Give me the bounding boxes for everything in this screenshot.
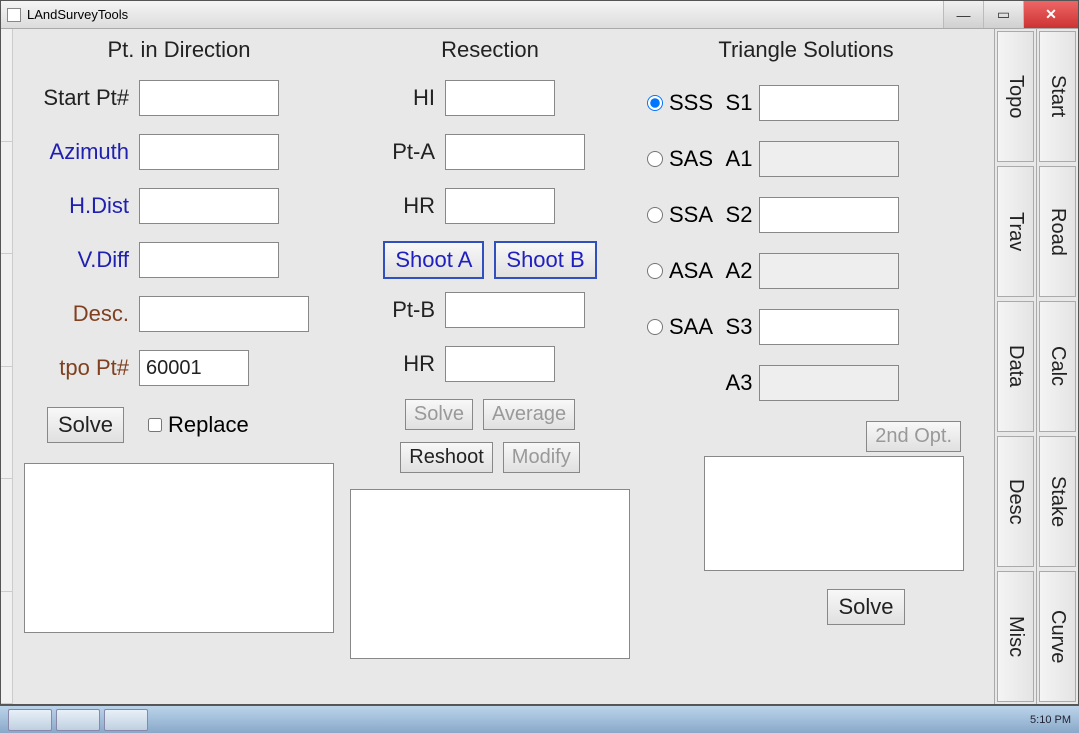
s2-label: S2 xyxy=(719,202,759,228)
hr-b-label: HR xyxy=(345,351,445,377)
hi-label: HI xyxy=(345,85,445,111)
taskbar-button[interactable] xyxy=(104,709,148,731)
main-panel: Pt. in Direction Start Pt# Azimuth H.Dis… xyxy=(13,29,994,704)
tpo-input[interactable] xyxy=(139,350,249,386)
tab-calc[interactable]: Calc xyxy=(1039,301,1076,432)
hr-b-input[interactable] xyxy=(445,346,555,382)
taskbar-button[interactable] xyxy=(56,709,100,731)
hr-a-label: HR xyxy=(345,193,445,219)
tab-curve[interactable]: Curve xyxy=(1039,571,1076,702)
app-window: LAndSurveyTools — ▭ ✕ Pt. in Direction S… xyxy=(0,0,1079,705)
resection-title: Resection xyxy=(441,37,539,69)
tab-data[interactable]: Data xyxy=(997,301,1034,432)
radio-sas[interactable] xyxy=(647,151,663,167)
replace-checkbox[interactable] xyxy=(148,418,162,432)
desc-label: Desc. xyxy=(19,301,139,327)
ptb-input[interactable] xyxy=(445,292,585,328)
a2-input[interactable] xyxy=(759,253,899,289)
tab-stake[interactable]: Stake xyxy=(1039,436,1076,567)
a1-input[interactable] xyxy=(759,141,899,177)
taskbar-clock: 5:10 PM xyxy=(1030,714,1071,726)
taskbar[interactable]: 5:10 PM xyxy=(0,705,1079,733)
vdiff-label: V.Diff xyxy=(19,247,139,273)
triangle-output[interactable] xyxy=(704,456,964,571)
tpo-label: tpo Pt# xyxy=(19,355,139,381)
s1-label: S1 xyxy=(719,90,759,116)
s1-input[interactable] xyxy=(759,85,899,121)
tab-desc[interactable]: Desc xyxy=(997,436,1034,567)
direction-output[interactable] xyxy=(24,463,334,633)
a2-label: A2 xyxy=(719,258,759,284)
maximize-button[interactable]: ▭ xyxy=(983,1,1023,28)
hi-input[interactable] xyxy=(445,80,555,116)
desc-input[interactable] xyxy=(139,296,309,332)
window-title: LAndSurveyTools xyxy=(27,7,943,22)
triangle-title: Triangle Solutions xyxy=(718,37,893,69)
direction-panel: Pt. in Direction Start Pt# Azimuth H.Dis… xyxy=(19,37,339,696)
tab-topo[interactable]: Topo xyxy=(997,31,1034,162)
vdiff-input[interactable] xyxy=(139,242,279,278)
shoot-a-button[interactable]: Shoot A xyxy=(383,241,484,279)
close-button[interactable]: ✕ xyxy=(1023,1,1078,28)
start-pt-label: Start Pt# xyxy=(19,85,139,111)
direction-title: Pt. in Direction xyxy=(107,37,250,69)
app-icon xyxy=(7,8,21,22)
second-opt-button[interactable]: 2nd Opt. xyxy=(866,421,961,452)
direction-solve-button[interactable]: Solve xyxy=(47,407,124,443)
s3-input[interactable] xyxy=(759,309,899,345)
radio-sss-label: SSS xyxy=(663,90,719,116)
radio-sss[interactable] xyxy=(647,95,663,111)
azimuth-input[interactable] xyxy=(139,134,279,170)
ptb-label: Pt-B xyxy=(345,297,445,323)
radio-saa[interactable] xyxy=(647,319,663,335)
tab-trav[interactable]: Trav xyxy=(997,166,1034,297)
radio-asa-label: ASA xyxy=(663,258,719,284)
s3-label: S3 xyxy=(719,314,759,340)
modify-button[interactable]: Modify xyxy=(503,442,580,473)
start-pt-input[interactable] xyxy=(139,80,279,116)
shoot-b-button[interactable]: Shoot B xyxy=(494,241,596,279)
replace-label: Replace xyxy=(168,412,249,438)
tab-road[interactable]: Road xyxy=(1039,166,1076,297)
radio-asa[interactable] xyxy=(647,263,663,279)
tab-start[interactable]: Start xyxy=(1039,31,1076,162)
hdist-label: H.Dist xyxy=(19,193,139,219)
side-tabs: Topo Trav Data Desc Misc Start Road Calc… xyxy=(994,29,1078,704)
a3-label: A3 xyxy=(719,370,759,396)
a3-input[interactable] xyxy=(759,365,899,401)
minimize-button[interactable]: — xyxy=(943,1,983,28)
radio-ssa[interactable] xyxy=(647,207,663,223)
left-gutter xyxy=(1,29,13,704)
radio-ssa-label: SSA xyxy=(663,202,719,228)
reshoot-button[interactable]: Reshoot xyxy=(400,442,493,473)
radio-saa-label: SAA xyxy=(663,314,719,340)
average-button[interactable]: Average xyxy=(483,399,575,430)
triangle-solve-button[interactable]: Solve xyxy=(827,589,904,625)
triangle-panel: Triangle Solutions SSS S1 SAS A1 SSA S2 xyxy=(641,37,971,696)
titlebar[interactable]: LAndSurveyTools — ▭ ✕ xyxy=(1,1,1078,29)
taskbar-button[interactable] xyxy=(8,709,52,731)
radio-sas-label: SAS xyxy=(663,146,719,172)
resection-panel: Resection HI Pt-A HR Shoot A Shoot B xyxy=(345,37,635,696)
azimuth-label: Azimuth xyxy=(19,139,139,165)
a1-label: A1 xyxy=(719,146,759,172)
pta-label: Pt-A xyxy=(345,139,445,165)
s2-input[interactable] xyxy=(759,197,899,233)
tab-misc[interactable]: Misc xyxy=(997,571,1034,702)
hdist-input[interactable] xyxy=(139,188,279,224)
pta-input[interactable] xyxy=(445,134,585,170)
resection-solve-button[interactable]: Solve xyxy=(405,399,473,430)
resection-output[interactable] xyxy=(350,489,630,659)
hr-a-input[interactable] xyxy=(445,188,555,224)
